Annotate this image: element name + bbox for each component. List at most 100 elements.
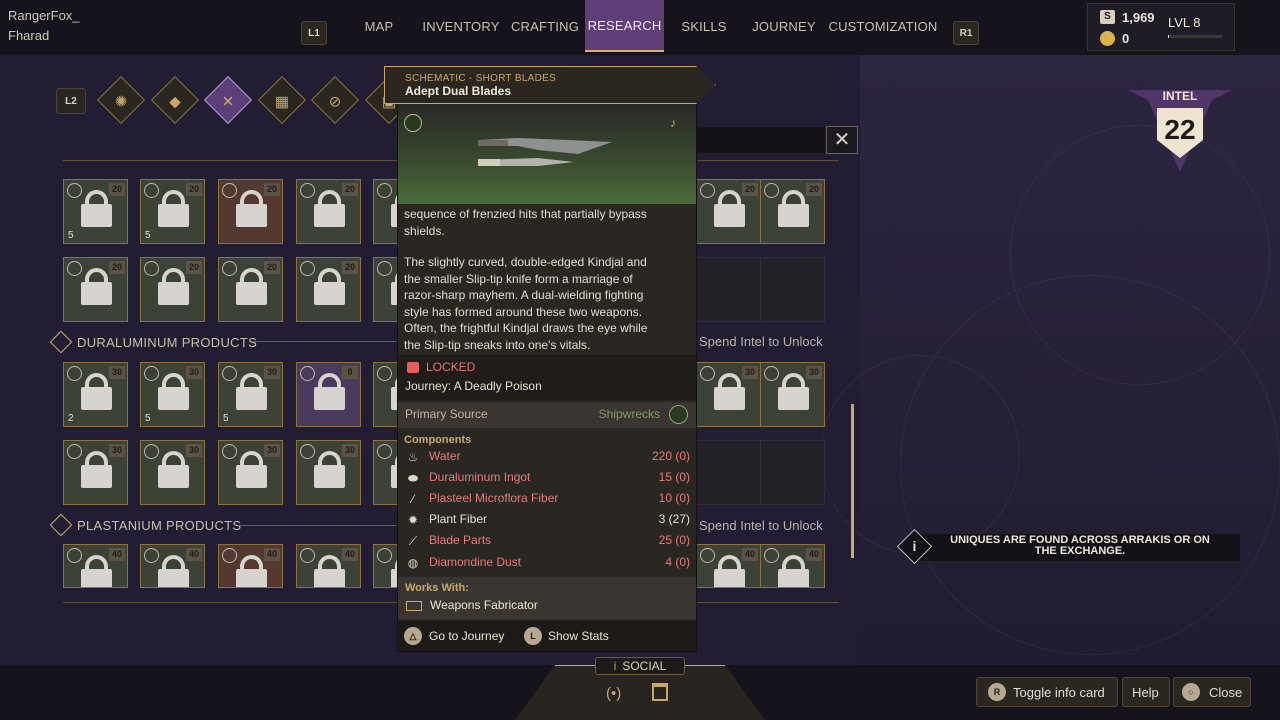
spend-intel-hint: Spend Intel to Unlock [699, 334, 823, 349]
padlock-icon [714, 204, 745, 227]
requirement: Journey: A Deadly Poison [405, 379, 542, 393]
schematic-tile[interactable] [696, 257, 761, 322]
drop-icon: ◆ [169, 93, 181, 111]
schematic-tile[interactable]: 40 [760, 544, 825, 588]
schematic-tile[interactable]: 30 [218, 440, 283, 505]
toggle-info-card-button[interactable]: R Toggle info card [976, 677, 1118, 707]
help-button[interactable]: Help [1122, 677, 1170, 707]
schematic-tile[interactable]: 30 5 [218, 362, 283, 427]
l2-button[interactable]: L2 [56, 88, 86, 114]
category-blades[interactable]: ✕ [203, 75, 253, 125]
padlock-icon [714, 569, 745, 587]
padlock-icon [81, 465, 112, 488]
show-stats-button[interactable]: Show Stats [548, 629, 609, 643]
triangle-button-icon: △ [404, 627, 422, 645]
trash-icon[interactable] [652, 683, 668, 701]
padlock-icon [81, 387, 112, 410]
schematic-tile[interactable]: 20 [760, 179, 825, 244]
tab-research[interactable]: RESEARCH [585, 0, 664, 52]
padlock-icon [714, 387, 745, 410]
schematic-tile[interactable]: 20 [63, 257, 128, 322]
component-blade-parts: ⟋ Blade Parts 25 (0) [404, 532, 690, 550]
schematic-tile[interactable]: 20 [218, 179, 283, 244]
schematic-tile[interactable]: 30 [140, 440, 205, 505]
padlock-icon [778, 204, 809, 227]
broadcast-icon[interactable]: (•) [606, 685, 621, 702]
schematic-icon [144, 183, 159, 198]
schematic-tile[interactable]: 30 2 [63, 362, 128, 427]
help-label: Help [1132, 685, 1159, 700]
tile-tier: 40 [806, 548, 822, 561]
close-button[interactable]: ○ Close [1173, 677, 1251, 707]
tile-tier: 20 [342, 261, 358, 274]
category-no[interactable]: ⊘ [310, 75, 360, 125]
l1-button[interactable]: L1 [301, 21, 327, 45]
tab-inventory[interactable]: INVENTORY [422, 0, 499, 52]
padlock-icon [158, 282, 189, 305]
dust-icon: ◍ [407, 556, 419, 570]
tab-crafting[interactable]: CRAFTING [509, 0, 581, 52]
schematic-tile[interactable]: 40 [696, 544, 761, 588]
schematic-tile[interactable] [696, 440, 761, 505]
schematic-tile[interactable] [760, 440, 825, 505]
scrollbar[interactable] [851, 404, 854, 558]
schematic-icon [222, 183, 237, 198]
locked-row: LOCKED Journey: A Deadly Poison [398, 355, 696, 400]
schematic-icon [377, 183, 392, 198]
category-gear[interactable]: ✺ [96, 75, 146, 125]
tab-journey[interactable]: JOURNEY [750, 0, 818, 52]
schematic-tile[interactable]: 20 5 [63, 179, 128, 244]
tab-customization[interactable]: CUSTOMIZATION [829, 0, 938, 52]
ingots-icon: ▦ [274, 93, 290, 111]
tile-count: 5 [223, 413, 229, 424]
top-bar: RangerFox_ Fharad L1 MAP INVENTORY CRAFT… [0, 0, 1280, 55]
tab-map[interactable]: MAP [356, 0, 402, 52]
schematic-tile[interactable]: 30 [63, 440, 128, 505]
schematic-tile[interactable]: 20 5 [140, 179, 205, 244]
tile-tier: 30 [264, 444, 280, 457]
schematic-tile[interactable]: 20 [696, 179, 761, 244]
schematic-tile[interactable]: 20 [296, 257, 361, 322]
tile-tier: 0 [342, 366, 358, 379]
component-name: Plant Fiber [429, 512, 488, 526]
components-label: Components [404, 434, 472, 446]
category-ingots[interactable]: ▦ [257, 75, 307, 125]
tile-tier: 30 [109, 366, 125, 379]
schematic-tile[interactable]: 30 [760, 362, 825, 427]
search-input[interactable] [690, 127, 825, 153]
close-search-icon[interactable]: ✕ [826, 126, 858, 154]
schematic-icon [144, 366, 159, 381]
section-line [252, 341, 396, 342]
schematic-tile[interactable]: 40 [296, 544, 361, 588]
schematic-icon [700, 366, 715, 381]
desc-line: sequence of frenzied hits that partially… [404, 207, 647, 221]
tile-tier: 20 [264, 261, 280, 274]
schematic-tile[interactable]: 40 [63, 544, 128, 588]
solari-icon: S [1100, 10, 1115, 24]
r1-button[interactable]: R1 [953, 21, 979, 45]
schematic-icon [67, 366, 82, 381]
schematic-tile[interactable]: 20 [296, 179, 361, 244]
social-tab[interactable]: i SOCIAL [595, 657, 685, 675]
level-label: LVL 8 [1168, 15, 1201, 30]
padlock-icon [314, 387, 345, 410]
category-drop[interactable]: ◆ [150, 75, 200, 125]
schematic-tile[interactable]: 0 [296, 362, 361, 427]
tile-tier: 30 [186, 366, 202, 379]
component-name: Diamondine Dust [429, 555, 522, 569]
tab-skills[interactable]: SKILLS [676, 0, 732, 52]
schematic-tile[interactable] [760, 257, 825, 322]
schematic-tile[interactable]: 40 [218, 544, 283, 588]
tile-tier: 20 [186, 183, 202, 196]
schematic-tile[interactable]: 30 [696, 362, 761, 427]
server-name: Fharad [8, 28, 50, 43]
schematic-tile[interactable]: 20 [218, 257, 283, 322]
schematic-tile[interactable]: 30 5 [140, 362, 205, 427]
go-to-journey-button[interactable]: Go to Journey [429, 629, 504, 643]
padlock-icon [81, 204, 112, 227]
tile-count: 5 [145, 413, 151, 424]
schematic-tile[interactable]: 30 [296, 440, 361, 505]
schematic-tile[interactable]: 20 [140, 257, 205, 322]
schematic-tile[interactable]: 40 [140, 544, 205, 588]
schematic-icon [144, 548, 159, 563]
